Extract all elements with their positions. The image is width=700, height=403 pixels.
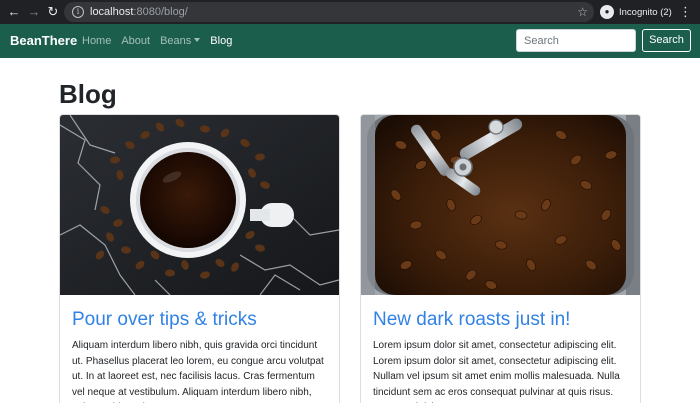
forward-arrow-icon[interactable]: → xyxy=(25,3,43,21)
post-title-link[interactable]: Pour over tips & tricks xyxy=(72,309,327,331)
blog-post-card: Pour over tips & tricks Aliquam interdum… xyxy=(59,114,340,403)
search-input[interactable] xyxy=(516,29,636,52)
caret-down-icon xyxy=(194,38,201,42)
browser-toolbar: ← → ↻ i localhost:8080/blog/ ☆ ● Incogni… xyxy=(0,0,700,24)
search-button[interactable]: Search xyxy=(642,29,691,52)
nav-beans-dropdown[interactable]: Beans xyxy=(160,33,201,49)
profile-label: Incognito (2) xyxy=(619,6,672,18)
incognito-icon: ● xyxy=(600,5,614,19)
nav-home[interactable]: Home xyxy=(82,33,111,49)
post-card-body: New dark roasts just in! Lorem ipsum dol… xyxy=(361,295,640,403)
post-excerpt: Aliquam interdum libero nibh, quis gravi… xyxy=(72,340,324,403)
nav-beans-label: Beans xyxy=(160,35,192,47)
coffee-cup-image xyxy=(60,115,339,295)
site-navbar: BeanThere Home About Beans Blog Search xyxy=(0,24,700,58)
post-image-coffee-roaster xyxy=(361,115,640,295)
post-card-body: Pour over tips & tricks Aliquam interdum… xyxy=(60,295,339,403)
brand-logo[interactable]: BeanThere xyxy=(10,33,77,49)
incognito-profile[interactable]: ● Incognito (2) xyxy=(600,3,672,21)
nav-about[interactable]: About xyxy=(121,33,150,49)
coffee-roaster-image xyxy=(361,115,640,295)
info-icon[interactable]: i xyxy=(72,6,84,18)
star-icon[interactable]: ☆ xyxy=(577,4,588,20)
page-title: Blog xyxy=(59,79,117,109)
blog-post-card: New dark roasts just in! Lorem ipsum dol… xyxy=(360,114,641,403)
address-bar[interactable]: i localhost:8080/blog/ ☆ xyxy=(64,2,594,22)
url-text[interactable]: localhost:8080/blog/ xyxy=(90,5,188,19)
kebab-menu-icon[interactable]: ⋮ xyxy=(679,3,692,21)
reload-icon[interactable]: ↻ xyxy=(44,3,62,21)
post-image-coffee-cup xyxy=(60,115,339,295)
nav-links: Home About Beans Blog xyxy=(82,33,242,49)
nav-blog[interactable]: Blog xyxy=(210,33,232,49)
back-arrow-icon[interactable]: ← xyxy=(5,3,23,21)
post-excerpt: Lorem ipsum dolor sit amet, consectetur … xyxy=(373,340,620,403)
post-title-link[interactable]: New dark roasts just in! xyxy=(373,309,628,331)
